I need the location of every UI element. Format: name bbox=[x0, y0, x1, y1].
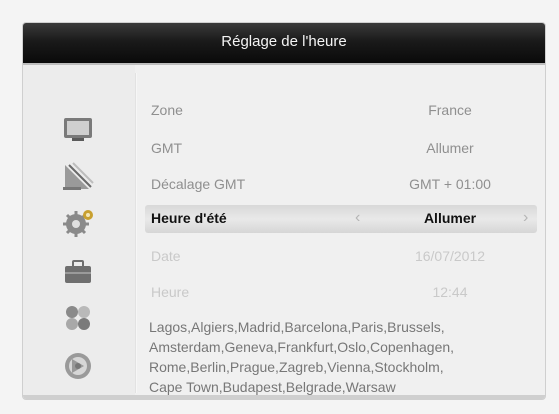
row-label: Décalage GMT bbox=[151, 176, 246, 192]
row-value: GMT + 01:00 bbox=[409, 176, 491, 192]
row-date: Date 16/07/2012 bbox=[145, 243, 537, 271]
apps-icon[interactable] bbox=[60, 303, 96, 333]
row-label: Zone bbox=[151, 102, 183, 118]
toolbox-icon[interactable] bbox=[60, 257, 96, 287]
time-zone-cities: Lagos,Algiers,Madrid,Barcelona,Paris,Bru… bbox=[149, 317, 545, 397]
settings-window: Réglage de l'heure Zone France GMT Allum… bbox=[22, 22, 546, 400]
row-gmt-offset[interactable]: Décalage GMT GMT + 01:00 bbox=[145, 171, 537, 199]
settings-icon[interactable] bbox=[60, 207, 96, 237]
cities-line: Cape Town,Budapest,Belgrade,Warsaw bbox=[149, 379, 396, 395]
row-label: GMT bbox=[151, 140, 183, 156]
chevron-left-icon[interactable]: ‹ bbox=[355, 209, 360, 227]
row-value: 12:44 bbox=[432, 284, 468, 300]
media-icon[interactable] bbox=[60, 351, 96, 381]
settings-panel: Zone France GMT Allumer Décalage GMT GMT… bbox=[137, 65, 545, 399]
row-zone[interactable]: Zone France bbox=[145, 97, 537, 125]
window-title: Réglage de l'heure bbox=[221, 33, 347, 50]
cities-line: Amsterdam,Geneva,Frankfurt,Oslo,Copenhag… bbox=[149, 339, 455, 355]
row-daylight-saving[interactable]: Heure d'été ‹ Allumer › bbox=[145, 205, 537, 233]
satellite-icon[interactable] bbox=[60, 161, 96, 191]
row-value: Allumer bbox=[426, 140, 474, 156]
row-value: France bbox=[428, 102, 472, 118]
row-value: 16/07/2012 bbox=[414, 248, 486, 264]
title-bar: Réglage de l'heure bbox=[23, 23, 545, 65]
chevron-right-icon[interactable]: › bbox=[523, 209, 528, 227]
bottom-bar bbox=[23, 395, 545, 399]
row-time: Heure 12:44 bbox=[145, 279, 537, 307]
screen: Réglage de l'heure Zone France GMT Allum… bbox=[0, 0, 559, 414]
row-gmt[interactable]: GMT Allumer bbox=[145, 135, 537, 163]
cities-line: Lagos,Algiers,Madrid,Barcelona,Paris,Bru… bbox=[149, 319, 445, 335]
row-label: Heure bbox=[151, 284, 190, 300]
cities-line: Rome,Berlin,Prague,Zagreb,Vienna,Stockho… bbox=[149, 359, 444, 375]
row-value: Allumer bbox=[423, 210, 477, 226]
row-label: Heure d'été bbox=[151, 210, 227, 226]
sidebar bbox=[23, 65, 135, 399]
row-label: Date bbox=[151, 248, 181, 264]
tv-icon[interactable] bbox=[60, 115, 96, 145]
